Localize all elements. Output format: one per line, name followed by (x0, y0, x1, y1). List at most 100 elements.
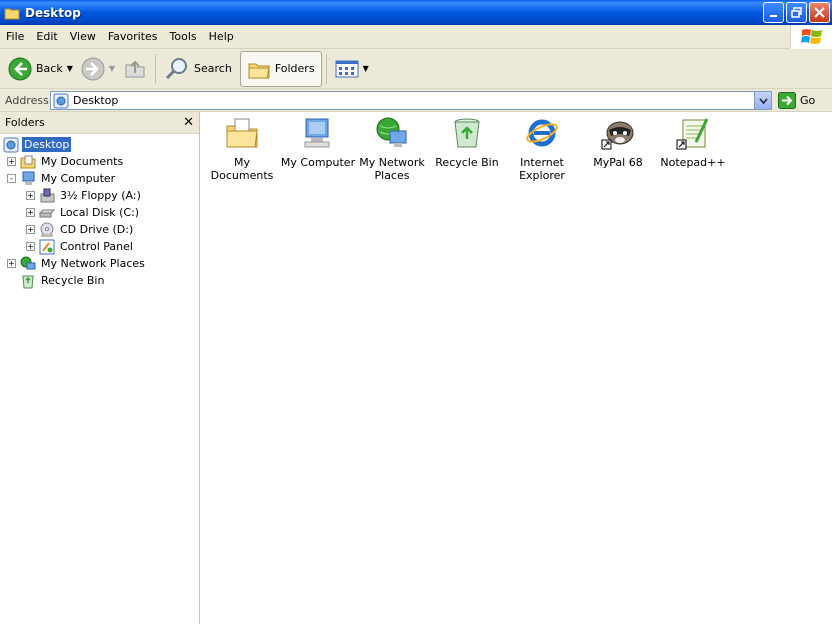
mypal-icon (601, 121, 634, 150)
my-computer-icon (304, 118, 330, 148)
desktop-item-recycle-bin[interactable]: Recycle Bin (429, 116, 505, 169)
tree-item-my-documents[interactable]: + My Documents (7, 153, 125, 170)
tree-item-recycle-bin[interactable]: Recycle Bin (20, 272, 106, 289)
title-bar: Desktop (0, 0, 832, 25)
tree-item-desktop[interactable]: Desktop (3, 136, 72, 153)
windows-logo (790, 25, 832, 49)
control-panel-icon (39, 239, 55, 254)
toolbar-separator (325, 53, 327, 84)
views-button[interactable]: ▼ (331, 51, 373, 87)
address-bar: Address Desktop Go (0, 89, 832, 112)
address-value: Desktop (73, 94, 119, 107)
floppy-icon (40, 188, 55, 202)
folders-pane-title: Folders (5, 116, 45, 129)
desktop-item-network-places[interactable]: My Network Places (354, 116, 430, 182)
views-dropdown-icon[interactable]: ▼ (363, 64, 369, 73)
expand-icon[interactable]: + (26, 191, 35, 200)
forward-button[interactable]: ▼ (77, 51, 119, 87)
desktop-item-label: Recycle Bin (435, 156, 499, 169)
window-title: Desktop (25, 5, 81, 20)
close-button[interactable] (809, 2, 830, 23)
my-computer-icon (22, 171, 35, 185)
views-icon (335, 60, 359, 77)
file-list-view: My Documents My Computer My Network Plac… (201, 112, 832, 624)
expand-icon[interactable]: + (26, 208, 35, 217)
network-places-icon (376, 117, 407, 147)
address-input[interactable]: Desktop (50, 91, 772, 110)
forward-dropdown-icon[interactable]: ▼ (109, 64, 115, 73)
menu-edit[interactable]: Edit (30, 27, 63, 47)
menu-favorites[interactable]: Favorites (102, 27, 164, 47)
address-dropdown-button[interactable] (754, 92, 771, 109)
minimize-button[interactable] (763, 2, 784, 23)
tree-item-my-computer[interactable]: - My Computer (7, 170, 117, 187)
tree-item-network-places[interactable]: + My Network Places (7, 255, 147, 272)
forward-arrow-icon (81, 57, 105, 80)
toolbar-separator (155, 53, 157, 84)
folder-up-icon (125, 60, 145, 77)
desktop-item-mypal[interactable]: MyPal 68 (580, 116, 656, 169)
maximize-button[interactable] (786, 2, 807, 23)
my-documents-icon (20, 155, 36, 168)
menu-view[interactable]: View (64, 27, 102, 47)
tree-item-label: My Documents (41, 155, 124, 168)
tree-item-label: Desktop (22, 137, 72, 152)
tree-item-control-panel[interactable]: + Control Panel (26, 238, 135, 255)
back-button[interactable]: Back ▼ (4, 51, 77, 87)
folders-pane-close-icon[interactable]: ✕ (183, 115, 194, 130)
recycle-bin-icon (22, 275, 34, 288)
menu-tools[interactable]: Tools (164, 27, 203, 47)
desktop-item-my-documents[interactable]: My Documents (204, 116, 280, 182)
folders-label: Folders (274, 62, 315, 75)
internet-explorer-icon (526, 119, 558, 147)
expand-icon[interactable]: + (7, 157, 16, 166)
menu-bar: File Edit View Favorites Tools Help (0, 25, 832, 49)
desktop-icon (53, 93, 69, 108)
search-icon (165, 57, 188, 79)
desktop-item-label: My Network Places (359, 156, 425, 182)
network-places-icon (20, 256, 36, 269)
desktop-item-internet-explorer[interactable]: Internet Explorer (504, 116, 580, 182)
tree-item-label: 3½ Floppy (A:) (60, 189, 141, 202)
address-label: Address (5, 93, 49, 107)
tree-item-label: Local Disk (C:) (60, 206, 140, 219)
tree-item-label: Control Panel (60, 240, 133, 253)
chevron-down-icon (758, 97, 768, 104)
folders-pane: Folders ✕ Desktop + My Documents - My Co… (0, 112, 200, 624)
expand-icon[interactable]: + (26, 225, 35, 234)
desktop-icon (3, 137, 19, 152)
back-dropdown-icon[interactable]: ▼ (67, 64, 73, 73)
desktop-item-label: Internet Explorer (519, 156, 565, 182)
tree-item-label: My Computer (41, 172, 116, 185)
windows-flag-icon (800, 29, 822, 44)
close-icon (814, 7, 825, 18)
up-button[interactable] (119, 51, 151, 87)
desktop-item-notepad-plus-plus[interactable]: Notepad++ (655, 116, 731, 169)
hard-disk-icon (39, 209, 55, 217)
tree-item-label: CD Drive (D:) (60, 223, 134, 236)
folder-icon (4, 8, 20, 19)
minimize-icon (769, 14, 777, 17)
tree-item-label: Recycle Bin (41, 274, 105, 287)
desktop-item-label: My Documents (210, 156, 274, 182)
notepad-plus-plus-icon (676, 118, 709, 150)
expand-icon[interactable]: + (7, 259, 16, 268)
standard-toolbar: Back ▼ ▼ Search Folders ▼ (0, 49, 832, 89)
folders-button[interactable]: Folders (239, 50, 322, 87)
tree-item-floppy[interactable]: + 3½ Floppy (A:) (26, 187, 143, 204)
desktop-item-label: Notepad++ (660, 156, 726, 169)
desktop-item-my-computer[interactable]: My Computer (280, 116, 356, 169)
collapse-icon[interactable]: - (7, 174, 16, 183)
tree-item-local-disk[interactable]: + Local Disk (C:) (26, 204, 141, 221)
restore-icon (791, 7, 802, 18)
search-button[interactable]: Search (160, 51, 236, 87)
back-arrow-icon (8, 57, 32, 80)
my-documents-icon (226, 118, 258, 148)
recycle-bin-icon (454, 118, 480, 148)
expand-icon[interactable]: + (26, 242, 35, 251)
folders-icon (248, 63, 270, 78)
menu-help[interactable]: Help (203, 27, 240, 47)
tree-item-cd-drive[interactable]: + CD Drive (D:) (26, 221, 135, 238)
menu-file[interactable]: File (0, 27, 30, 47)
go-button[interactable]: Go (778, 92, 815, 109)
